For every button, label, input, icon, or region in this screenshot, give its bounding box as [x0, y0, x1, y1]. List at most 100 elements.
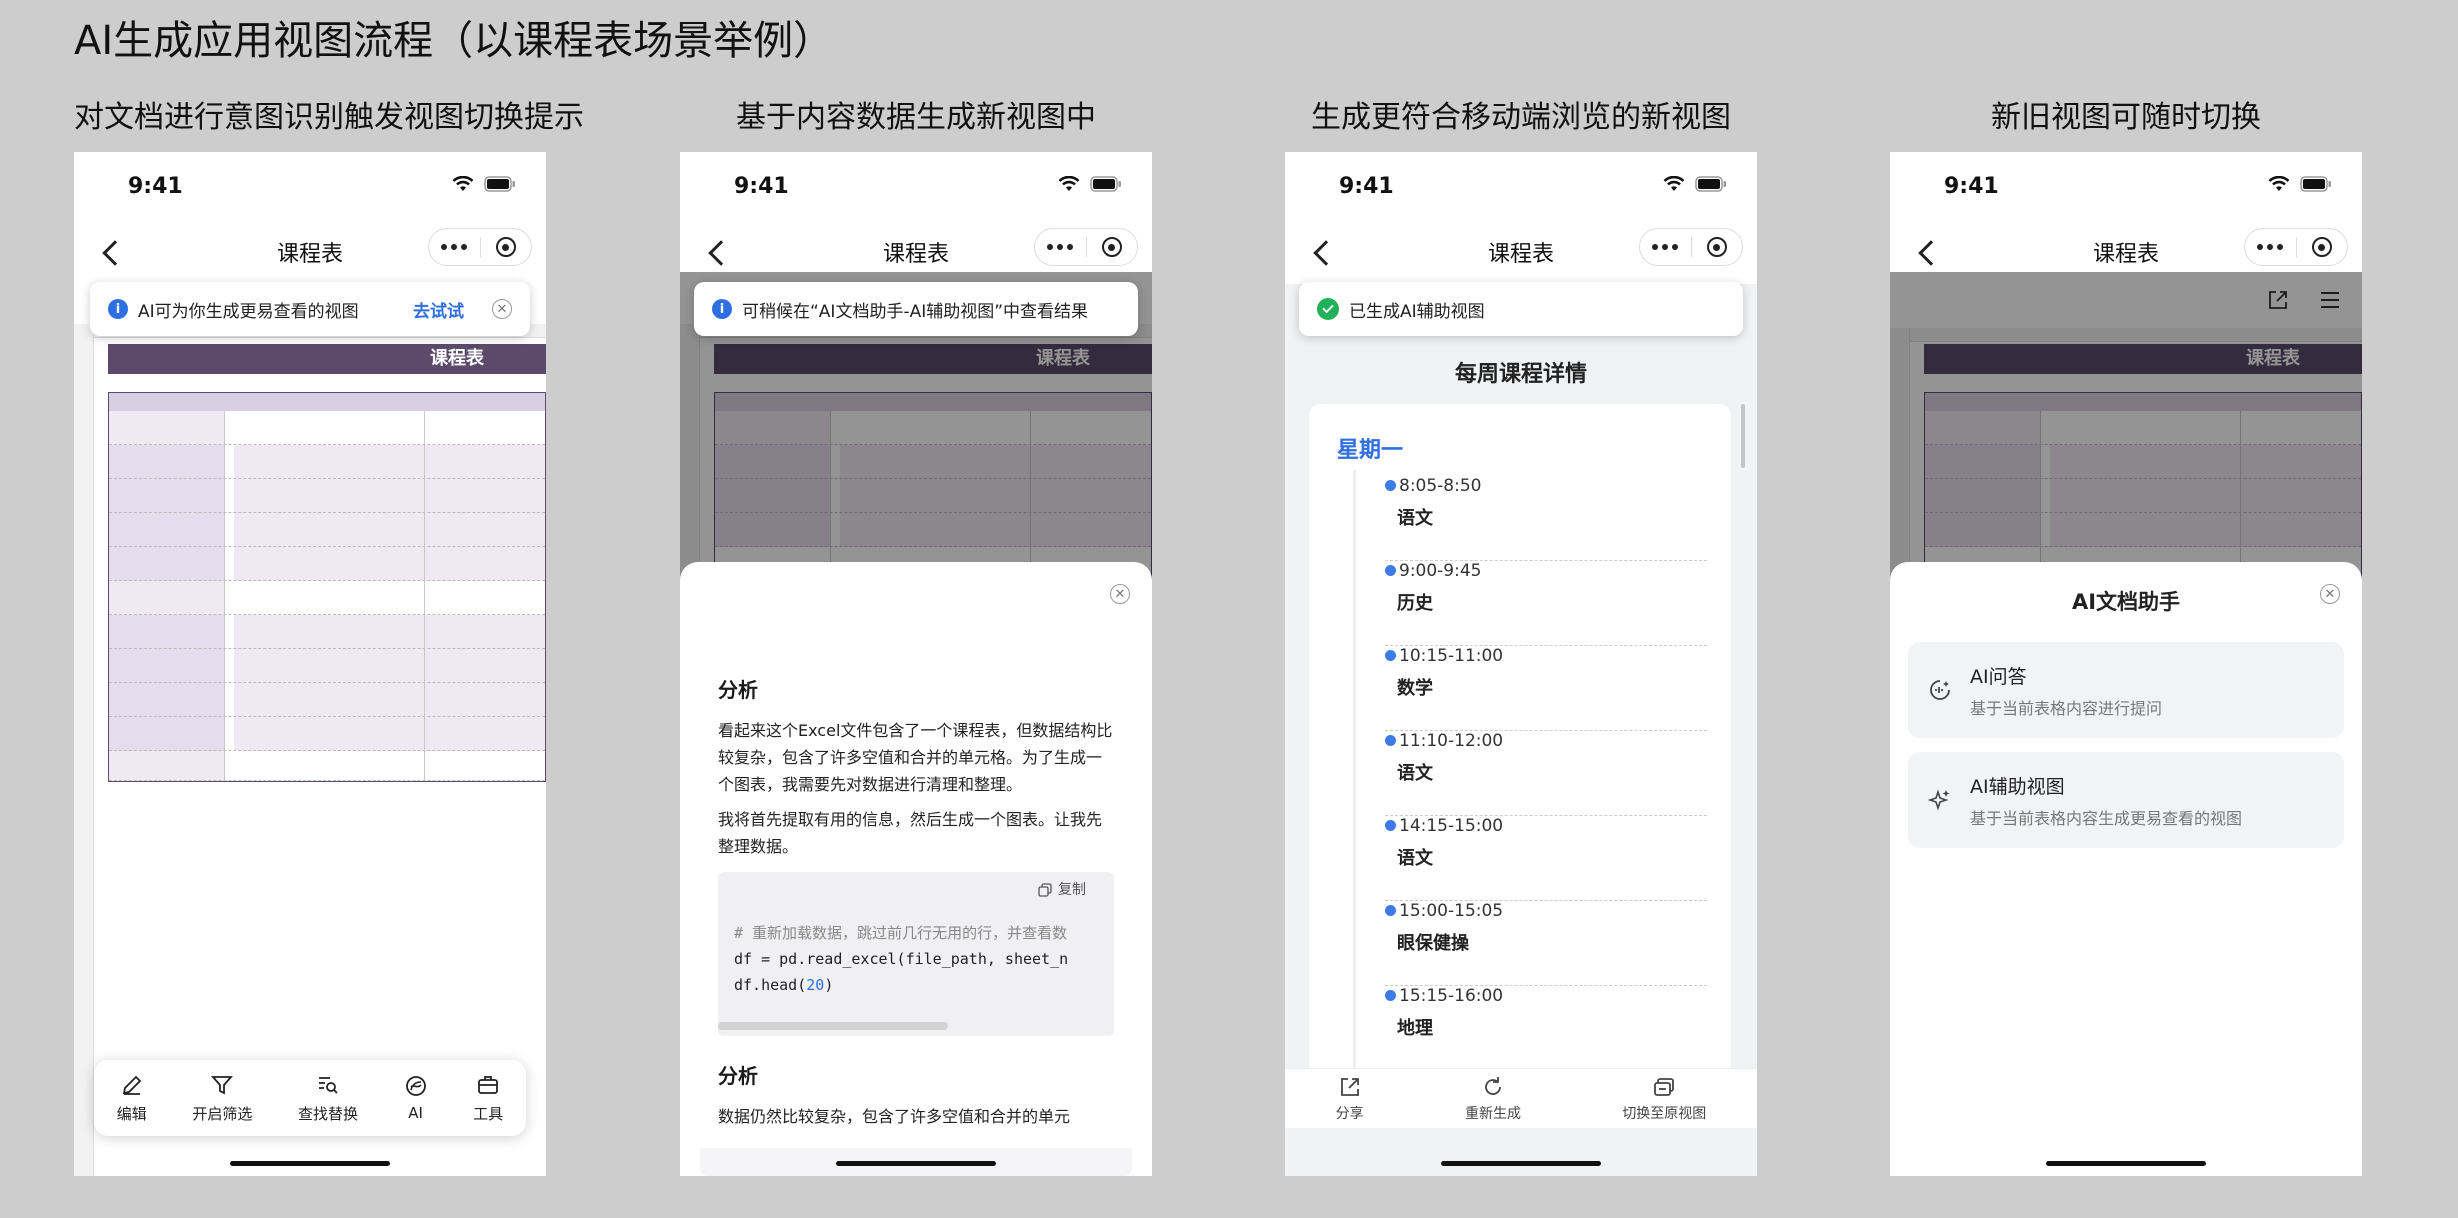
toast-text: 可稍候在“AI文档助手-AI辅助视图”中查看结果	[742, 301, 1089, 322]
toast-text: AI可为你生成更易查看的视图	[138, 301, 359, 322]
panel-title: AI文档助手	[2071, 590, 2181, 614]
battery-icon	[1090, 176, 1121, 192]
class-slot[interactable]: 15:00-15:05 眼保健操	[1385, 901, 1707, 986]
row-header	[74, 324, 94, 1176]
close-app-button[interactable]	[2296, 229, 2347, 265]
close-panel-button[interactable]: ✕	[1110, 584, 1130, 604]
class-slot[interactable]: 11:10-12:00 语文	[1385, 731, 1707, 816]
toast-text: 已生成AI辅助视图	[1349, 301, 1485, 322]
regenerate-button[interactable]: 重新生成	[1465, 1075, 1521, 1123]
ai-assisted-view-option[interactable]: AI辅助视图 基于当前表格内容生成更易查看的视图	[1908, 752, 2344, 848]
status-time: 9:41	[1339, 174, 1394, 199]
code-line: # 重新加载数据，跳过前几行无用的行，并查看数	[734, 924, 1068, 942]
slot-time: 11:10-12:00	[1385, 731, 1503, 751]
ai-assistant-panel: AI文档助手 ✕ AI问答 基于当前表格内容进行提问 AI辅助视图 基于当前表格…	[1890, 562, 2362, 1176]
copy-label: 复制	[1058, 882, 1086, 898]
class-slot[interactable]: 14:15-15:00 语文	[1385, 816, 1707, 901]
edit-icon	[122, 1075, 142, 1095]
try-it-link[interactable]: 去试试	[413, 297, 464, 322]
slot-time: 9:00-9:45	[1385, 561, 1482, 581]
view-title: 每周课程详情	[1454, 362, 1587, 387]
bottom-actions: 分享 重新生成 切换至原视图	[1285, 1068, 1757, 1128]
ai-qa-option[interactable]: AI问答 基于当前表格内容进行提问	[1908, 642, 2344, 738]
switch-to-original-button[interactable]: 切换至原视图	[1622, 1075, 1706, 1123]
class-slot[interactable]: 15:15-16:00 地理	[1385, 986, 1707, 1071]
schedule-card[interactable]: 星期一 8:05-8:50 语文 9:00-9:45 历史 10:15-11:00 数…	[1309, 404, 1731, 1104]
more-button[interactable]	[429, 229, 480, 265]
action-label: 重新生成	[1464, 1105, 1521, 1122]
toolbar-tools[interactable]: 工具	[473, 1073, 503, 1124]
phone-screen-1: 9:41 课程表 课程表 i AI可为你生成更易查看的视图 去试试 ✕ 编辑 开…	[74, 152, 546, 1176]
toolbar-label: 编辑	[116, 1104, 147, 1123]
check-icon	[1317, 298, 1339, 320]
close-toast-button[interactable]: ✕	[492, 299, 512, 319]
class-slot[interactable]: 9:00-9:45 历史	[1385, 561, 1707, 646]
analysis-paragraph: 数据仍然比较复杂，包含了许多空值和合并的单元	[718, 1107, 1071, 1126]
column-title-1: 对文档进行意图识别触发视图切换提示	[74, 100, 584, 135]
battery-icon	[484, 176, 515, 192]
slot-subject: 数学	[1397, 678, 1433, 699]
class-slot[interactable]: 10:15-11:00 数学	[1385, 646, 1707, 731]
analysis-heading: 分析	[718, 1064, 758, 1088]
battery-icon	[1695, 176, 1726, 192]
more-button[interactable]	[1640, 229, 1691, 265]
code-number: 20	[806, 976, 825, 994]
find-replace-icon	[318, 1076, 338, 1094]
status-time: 9:41	[128, 174, 183, 199]
code-scrollbar[interactable]	[718, 1022, 948, 1030]
code-block: 复制 # 重新加载数据，跳过前几行无用的行，并查看数 df = pd.read_…	[718, 872, 1114, 1036]
slot-subject: 语文	[1397, 848, 1433, 869]
toolbar-edit[interactable]: 编辑	[117, 1073, 147, 1124]
home-indicator	[1441, 1161, 1601, 1166]
toolbar-ai[interactable]: AI	[404, 1074, 428, 1122]
more-button[interactable]	[2245, 229, 2296, 265]
nav-bar: 课程表	[1285, 222, 1757, 284]
mini-program-capsule	[2244, 228, 2348, 266]
analysis-paragraph: 我将首先提取有用的信息，然后生成一个图表。让我先整理数据。	[718, 810, 1103, 856]
mini-program-capsule	[1034, 228, 1138, 266]
scrollbar[interactable]	[1741, 404, 1745, 468]
spreadsheet[interactable]: 课程表	[74, 324, 546, 1176]
toolbar-filter[interactable]: 开启筛选	[192, 1073, 252, 1124]
share-icon	[1340, 1077, 1359, 1096]
wifi-icon	[452, 176, 474, 191]
switch-view-icon	[1654, 1077, 1675, 1096]
share-button[interactable]: 分享	[1336, 1075, 1364, 1123]
ai-icon	[405, 1076, 426, 1096]
regenerate-icon	[1485, 1076, 1501, 1095]
toolbar-label: 查找替换	[297, 1104, 358, 1123]
wifi-icon	[1058, 176, 1080, 191]
class-slot[interactable]: 8:05-8:50 语文	[1385, 476, 1707, 561]
status-time: 9:41	[1944, 174, 1999, 199]
slot-subject: 眼保健操	[1397, 933, 1469, 954]
target-icon	[495, 237, 516, 257]
status-bar: 9:41	[680, 152, 1152, 222]
schedule-table[interactable]	[108, 392, 546, 782]
target-icon	[2311, 237, 2332, 257]
toolbar-find-replace[interactable]: 查找替换	[298, 1073, 358, 1124]
close-app-button[interactable]	[1086, 229, 1137, 265]
phone-screen-4: 9:41 课程表 课程表 AI文档助手 ✕ AI问答 基于当前表格内容进行提问 …	[1890, 152, 2362, 1176]
slot-time: 14:15-15:00	[1385, 816, 1503, 836]
code-line: )	[824, 976, 834, 994]
close-app-button[interactable]	[1691, 229, 1742, 265]
column-title-4: 新旧视图可随时切换	[1991, 100, 2261, 135]
mini-program-capsule	[1639, 228, 1743, 266]
more-button[interactable]	[1035, 229, 1086, 265]
column-title-3: 生成更符合移动端浏览的新视图	[1311, 100, 1731, 135]
option-title: AI问答	[1970, 665, 2027, 688]
slot-subject: 地理	[1397, 1018, 1433, 1039]
option-subtitle: 基于当前表格内容生成更易查看的视图	[1970, 808, 2243, 828]
status-bar: 9:41	[1890, 152, 2362, 222]
home-indicator	[2046, 1161, 2206, 1166]
copy-icon	[1038, 883, 1052, 897]
slot-time: 8:05-8:50	[1385, 476, 1482, 496]
action-label: 切换至原视图	[1622, 1105, 1707, 1122]
close-app-button[interactable]	[480, 229, 531, 265]
copy-button[interactable]: 复制	[718, 872, 1114, 908]
bottom-toolbar: 编辑 开启筛选 查找替换 AI 工具	[94, 1060, 526, 1136]
status-bar: 9:41	[1285, 152, 1757, 222]
page-title: AI生成应用视图流程（以课程表场景举例）	[74, 18, 834, 64]
ai-suggestion-toast: i AI可为你生成更易查看的视图 去试试 ✕	[90, 282, 530, 336]
close-panel-button[interactable]: ✕	[2320, 584, 2340, 604]
